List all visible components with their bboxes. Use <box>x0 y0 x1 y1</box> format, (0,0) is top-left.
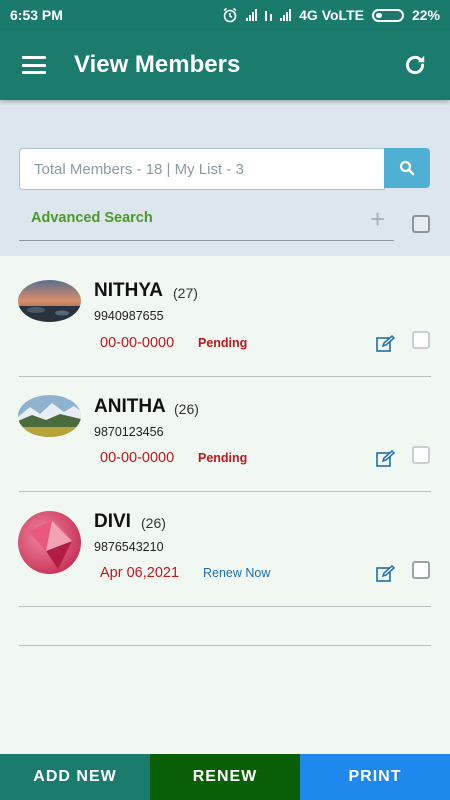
search-panel: Total Members - 18 | My List - 3 Advance… <box>0 100 450 256</box>
select-all-checkbox[interactable] <box>412 215 430 233</box>
signal-icon <box>246 9 258 21</box>
status-time: 6:53 PM <box>10 7 63 23</box>
member-status: Pending <box>198 451 248 465</box>
print-button[interactable]: PRINT <box>300 754 450 800</box>
search-icon <box>399 160 415 176</box>
signal-icon-2 <box>280 9 292 21</box>
avatar <box>18 280 81 322</box>
member-checkbox[interactable] <box>412 561 430 579</box>
bottom-action-bar: ADD NEW RENEW PRINT <box>0 754 450 800</box>
member-age: (27) <box>173 285 198 301</box>
search-button[interactable] <box>384 148 430 188</box>
divider <box>19 645 431 646</box>
menu-icon[interactable] <box>22 56 46 74</box>
member-row[interactable]: NITHYA (27) 9940987655 00-00-0000 Pendin… <box>0 262 450 377</box>
member-expiry-date: 00-00-0000 <box>100 450 175 466</box>
member-checkbox[interactable] <box>412 446 430 464</box>
member-name: NITHYA <box>94 280 163 301</box>
avatar <box>18 511 81 574</box>
member-age: (26) <box>141 515 166 531</box>
network-label: 4G VoLTE <box>299 7 364 23</box>
member-checkbox[interactable] <box>412 331 430 349</box>
divider <box>19 606 431 607</box>
battery-icon <box>371 8 404 22</box>
edit-icon[interactable] <box>376 450 396 468</box>
member-age: (26) <box>174 401 199 417</box>
member-phone: 9940987655 <box>94 309 164 323</box>
app-bar: View Members <box>0 30 450 100</box>
advanced-search-underline <box>19 240 394 241</box>
search-input[interactable]: Total Members - 18 | My List - 3 <box>19 148 385 190</box>
member-name: DIVI <box>94 511 131 532</box>
add-new-button[interactable]: ADD NEW <box>0 754 150 800</box>
renew-now-link[interactable]: Renew Now <box>203 566 270 580</box>
refresh-icon[interactable] <box>402 52 428 78</box>
status-bar: 6:53 PM 4G VoLTE 22% <box>0 0 450 30</box>
page-title: View Members <box>74 51 241 78</box>
member-row[interactable]: DIVI (26) 9876543210 Apr 06,2021 Renew N… <box>0 492 450 607</box>
edit-icon[interactable] <box>376 335 396 353</box>
member-status: Pending <box>198 336 248 350</box>
plus-icon[interactable]: + <box>370 206 385 232</box>
battery-level: 22% <box>411 7 440 23</box>
member-expiry-date: 00-00-0000 <box>100 335 175 351</box>
advanced-search-link[interactable]: Advanced Search <box>31 210 153 226</box>
member-phone: 9870123456 <box>94 425 164 439</box>
member-phone: 9876543210 <box>94 540 164 554</box>
data-transfer-icon <box>265 9 273 21</box>
alarm-icon <box>223 7 237 23</box>
status-icons: 4G VoLTE 22% <box>222 7 440 23</box>
avatar <box>18 395 81 437</box>
member-row[interactable]: ANITHA (26) 9870123456 00-00-0000 Pendin… <box>0 377 450 492</box>
member-name: ANITHA <box>94 396 166 417</box>
member-expiry-date: Apr 06,2021 <box>100 565 180 581</box>
renew-button[interactable]: RENEW <box>150 754 300 800</box>
edit-icon[interactable] <box>376 565 396 583</box>
